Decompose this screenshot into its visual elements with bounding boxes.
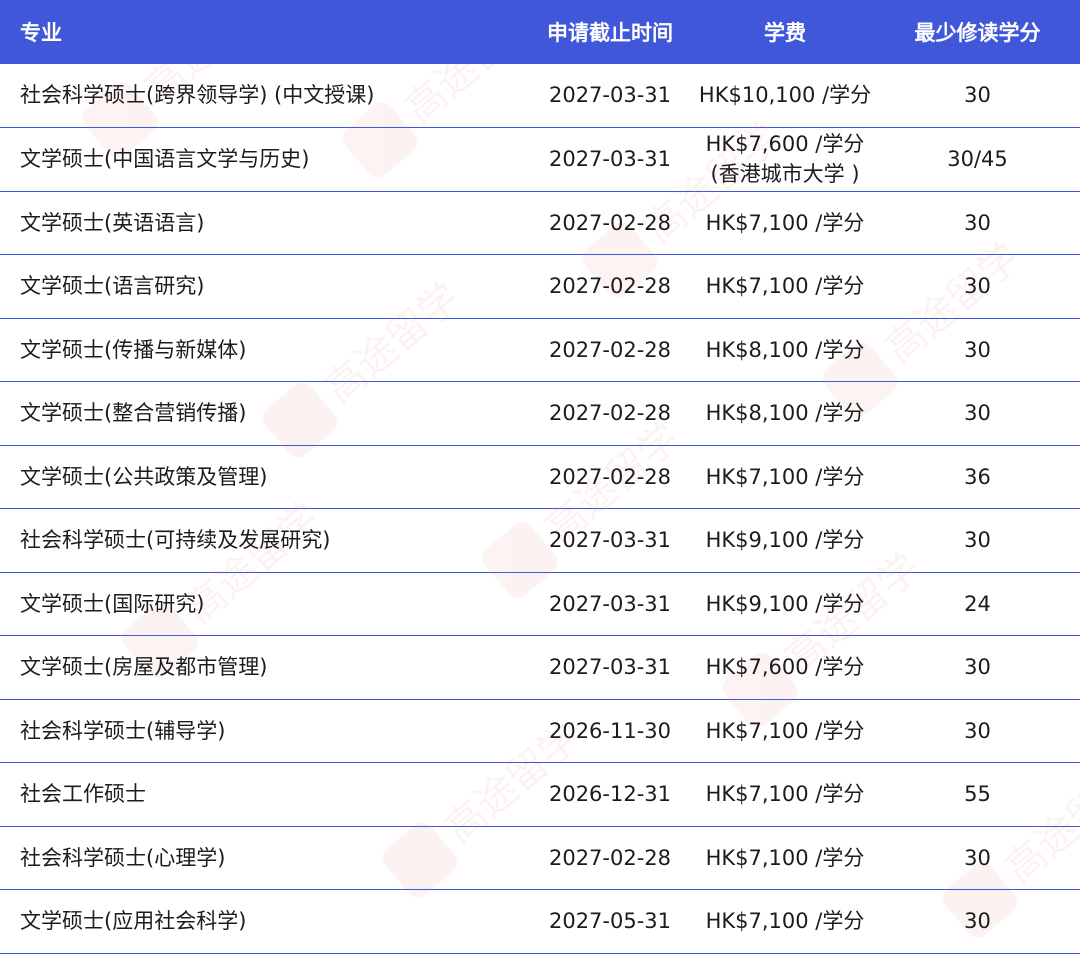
tuition-cell: HK$7,100 /学分 [695, 762, 875, 827]
major-cell: 文学硕士(国际研究) [0, 572, 525, 636]
credits-cell: 30/45 [875, 127, 1080, 192]
table-row: 文学硕士(整合营销传播) 2027-02-28 HK$8,100 /学分 30 [0, 381, 1080, 446]
table-row: 文学硕士(语言研究) 2027-02-28 HK$7,100 /学分 30 [0, 254, 1080, 319]
tuition-cell: HK$7,100 /学分 [695, 191, 875, 255]
tuition-cell: HK$7,100 /学分 [695, 699, 875, 763]
header-min-credits: 最少修读学分 [914, 21, 1041, 45]
table-row: 文学硕士(房屋及都市管理) 2027-03-31 HK$7,600 /学分 30 [0, 635, 1080, 700]
tuition-cell: HK$7,100 /学分 [695, 826, 875, 890]
major-cell: 文学硕士(整合营销传播) [0, 381, 525, 446]
tuition-cell: HK$7,600 /学分 [695, 635, 875, 700]
major-cell: 文学硕士(传播与新媒体) [0, 318, 525, 382]
table-row: 文学硕士(英语语言) 2027-02-28 HK$7,100 /学分 30 [0, 191, 1080, 255]
deadline-cell: 2027-05-31 [525, 889, 695, 954]
tuition-amount: HK$8,100 /学分 [705, 401, 865, 426]
major-cell: 文学硕士(英语语言) [0, 191, 525, 255]
credits-cell: 30 [875, 635, 1080, 700]
tuition-cell: HK$7,100 /学分 [695, 889, 875, 954]
major-cell: 社会科学硕士(辅导学) [0, 699, 525, 763]
major-cell: 文学硕士(公共政策及管理) [0, 445, 525, 509]
deadline-cell: 2027-02-28 [525, 318, 695, 382]
credits-cell: 30 [875, 508, 1080, 573]
table-row: 社会科学硕士(跨界领导学) (中文授课) 2027-03-31 HK$10,100 … [0, 64, 1080, 128]
major-cell: 文学硕士(中国语言文学与历史) [0, 127, 525, 192]
table-header-row: 专业 申请截止时间 学费 最少修读学分 [0, 0, 1080, 64]
tuition-amount: HK$10,100 /学分 [698, 83, 872, 108]
table-row: 文学硕士(公共政策及管理) 2027-02-28 HK$7,100 /学分 36 [0, 445, 1080, 509]
tuition-cell: HK$7,100 /学分 [695, 445, 875, 509]
credits-cell: 30 [875, 191, 1080, 255]
deadline-cell: 2027-02-28 [525, 381, 695, 446]
tuition-amount: HK$8,100 /学分 [705, 337, 865, 362]
table-row: 文学硕士(中国语言文学与历史) 2027-03-31 HK$7,600 /学分 (香港… [0, 127, 1080, 192]
deadline-cell: 2027-03-31 [525, 508, 695, 573]
credits-cell: 30 [875, 381, 1080, 446]
tuition-cell: HK$7,100 /学分 [695, 254, 875, 319]
credits-cell: 55 [875, 762, 1080, 827]
header-deadline: 申请截止时间 [547, 21, 673, 45]
header-major: 专业 [20, 21, 62, 45]
deadline-cell: 2026-12-31 [525, 762, 695, 827]
major-cell: 社会科学硕士(可持续及发展研究) [0, 508, 525, 573]
deadline-cell: 2027-02-28 [525, 445, 695, 509]
tuition-cell: HK$9,100 /学分 [695, 508, 875, 573]
credits-cell: 30 [875, 64, 1080, 128]
deadline-cell: 2027-02-28 [525, 254, 695, 319]
deadline-cell: 2027-02-28 [525, 191, 695, 255]
credits-cell: 30 [875, 254, 1080, 319]
credits-cell: 30 [875, 826, 1080, 890]
tuition-amount: HK$7,600 /学分 [705, 131, 865, 156]
tuition-amount: HK$7,100 /学分 [705, 909, 865, 934]
tuition-amount: HK$9,100 /学分 [705, 528, 865, 553]
deadline-cell: 2027-03-31 [525, 64, 695, 128]
deadline-cell: 2027-03-31 [525, 635, 695, 700]
deadline-cell: 2027-02-28 [525, 826, 695, 890]
header-tuition: 学费 [764, 21, 806, 45]
credits-cell: 30 [875, 699, 1080, 763]
table-row: 社会科学硕士(心理学) 2027-02-28 HK$7,100 /学分 30 [0, 826, 1080, 890]
tuition-note: (香港城市大学 ) [710, 162, 860, 187]
tuition-cell: HK$10,100 /学分 [695, 64, 875, 128]
tuition-amount: HK$7,100 /学分 [705, 845, 865, 870]
program-table: 专业 申请截止时间 学费 最少修读学分 社会科学硕士(跨界领导学) (中文授课)… [0, 0, 1080, 954]
tuition-amount: HK$9,100 /学分 [705, 591, 865, 616]
major-cell: 社会科学硕士(跨界领导学) (中文授课) [0, 64, 525, 128]
tuition-cell: HK$9,100 /学分 [695, 572, 875, 636]
major-cell: 文学硕士(语言研究) [0, 254, 525, 319]
deadline-cell: 2027-03-31 [525, 572, 695, 636]
credits-cell: 30 [875, 318, 1080, 382]
tuition-amount: HK$7,100 /学分 [705, 782, 865, 807]
deadline-cell: 2026-11-30 [525, 699, 695, 763]
table-row: 文学硕士(传播与新媒体) 2027-02-28 HK$8,100 /学分 30 [0, 318, 1080, 382]
major-cell: 社会科学硕士(心理学) [0, 826, 525, 890]
credits-cell: 30 [875, 889, 1080, 954]
major-cell: 文学硕士(应用社会科学) [0, 889, 525, 954]
credits-cell: 24 [875, 572, 1080, 636]
table-row: 文学硕士(国际研究) 2027-03-31 HK$9,100 /学分 24 [0, 572, 1080, 636]
major-cell: 文学硕士(房屋及都市管理) [0, 635, 525, 700]
major-cell: 社会工作硕士 [0, 762, 525, 827]
tuition-amount: HK$7,100 /学分 [705, 274, 865, 299]
tuition-amount: HK$7,100 /学分 [705, 210, 865, 235]
tuition-cell: HK$8,100 /学分 [695, 381, 875, 446]
credits-cell: 36 [875, 445, 1080, 509]
table-row: 社会工作硕士 2026-12-31 HK$7,100 /学分 55 [0, 762, 1080, 827]
tuition-amount: HK$7,100 /学分 [705, 464, 865, 489]
tuition-cell: HK$7,600 /学分 (香港城市大学 ) [695, 127, 875, 192]
deadline-cell: 2027-03-31 [525, 127, 695, 192]
tuition-amount: HK$7,100 /学分 [705, 718, 865, 743]
table-row: 文学硕士(应用社会科学) 2027-05-31 HK$7,100 /学分 30 [0, 889, 1080, 954]
tuition-amount: HK$7,600 /学分 [705, 655, 865, 680]
table-row: 社会科学硕士(辅导学) 2026-11-30 HK$7,100 /学分 30 [0, 699, 1080, 763]
tuition-cell: HK$8,100 /学分 [695, 318, 875, 382]
table-row: 社会科学硕士(可持续及发展研究) 2027-03-31 HK$9,100 /学分 30 [0, 508, 1080, 573]
